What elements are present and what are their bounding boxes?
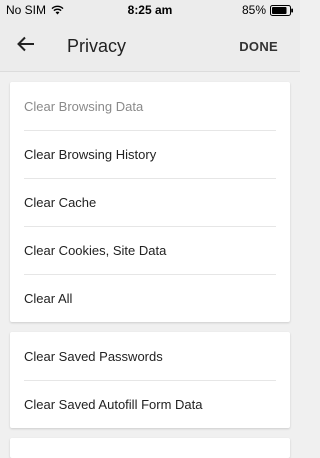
clear-browsing-history-item[interactable]: Clear Browsing History [10,130,290,178]
clear-cache-item[interactable]: Clear Cache [10,178,290,226]
clear-cookies-site-data-item[interactable]: Clear Cookies, Site Data [10,226,290,274]
clear-saved-autofill-item[interactable]: Clear Saved Autofill Form Data [10,380,290,428]
saved-data-card: Clear Saved Passwords Clear Saved Autofi… [10,332,290,428]
section-header: Clear Browsing Data [24,98,144,114]
battery-percent: 85% [241,3,266,17]
clear-saved-passwords-item[interactable]: Clear Saved Passwords [10,332,290,380]
app-bar: Privacy DONE [0,20,300,72]
back-arrow-icon [17,36,35,57]
clear-all-item[interactable]: Clear All [10,274,290,322]
battery-icon [270,4,294,16]
clear-browsing-data-card: Clear Browsing Data Clear Browsing Histo… [10,82,290,322]
page-title: Privacy [67,35,127,56]
status-bar: No SIM 8:25 am 85% [0,0,300,20]
next-card-partial [10,438,290,458]
done-button[interactable]: DONE [239,20,278,72]
back-button[interactable] [12,32,40,60]
status-right: 85% [242,0,294,20]
